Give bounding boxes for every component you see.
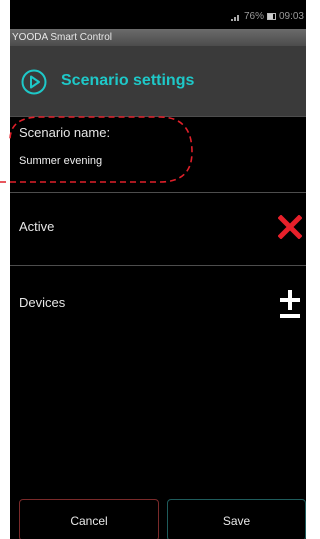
page-title: Scenario settings — [61, 72, 195, 89]
divider — [10, 116, 306, 117]
app-title-bar: YOODA Smart Control — [10, 29, 306, 46]
status-time: 09:03 — [278, 11, 304, 22]
cancel-button[interactable]: Cancel — [19, 499, 159, 539]
save-button[interactable]: Save — [167, 499, 306, 539]
scenario-name-field[interactable]: Summer evening — [19, 155, 102, 167]
divider — [10, 265, 306, 266]
battery-icon — [266, 13, 276, 20]
close-icon[interactable] — [278, 215, 302, 239]
scenario-name-label: Scenario name: — [19, 125, 111, 140]
divider — [10, 192, 306, 193]
devices-label: Devices — [19, 295, 66, 310]
play-icon — [21, 69, 47, 95]
active-label: Active — [19, 219, 55, 234]
signal-icon — [230, 14, 239, 21]
app-title: YOODA Smart Control — [12, 32, 113, 43]
phone-screen: 76% 09:03 YOODA Smart Control Scenario s… — [10, 0, 306, 539]
battery-percent: 76% — [243, 11, 264, 22]
status-bar: 76% 09:03 — [10, 0, 306, 29]
plus-minus-icon[interactable] — [278, 288, 302, 320]
status-indicators: 76% 09:03 — [230, 11, 304, 22]
